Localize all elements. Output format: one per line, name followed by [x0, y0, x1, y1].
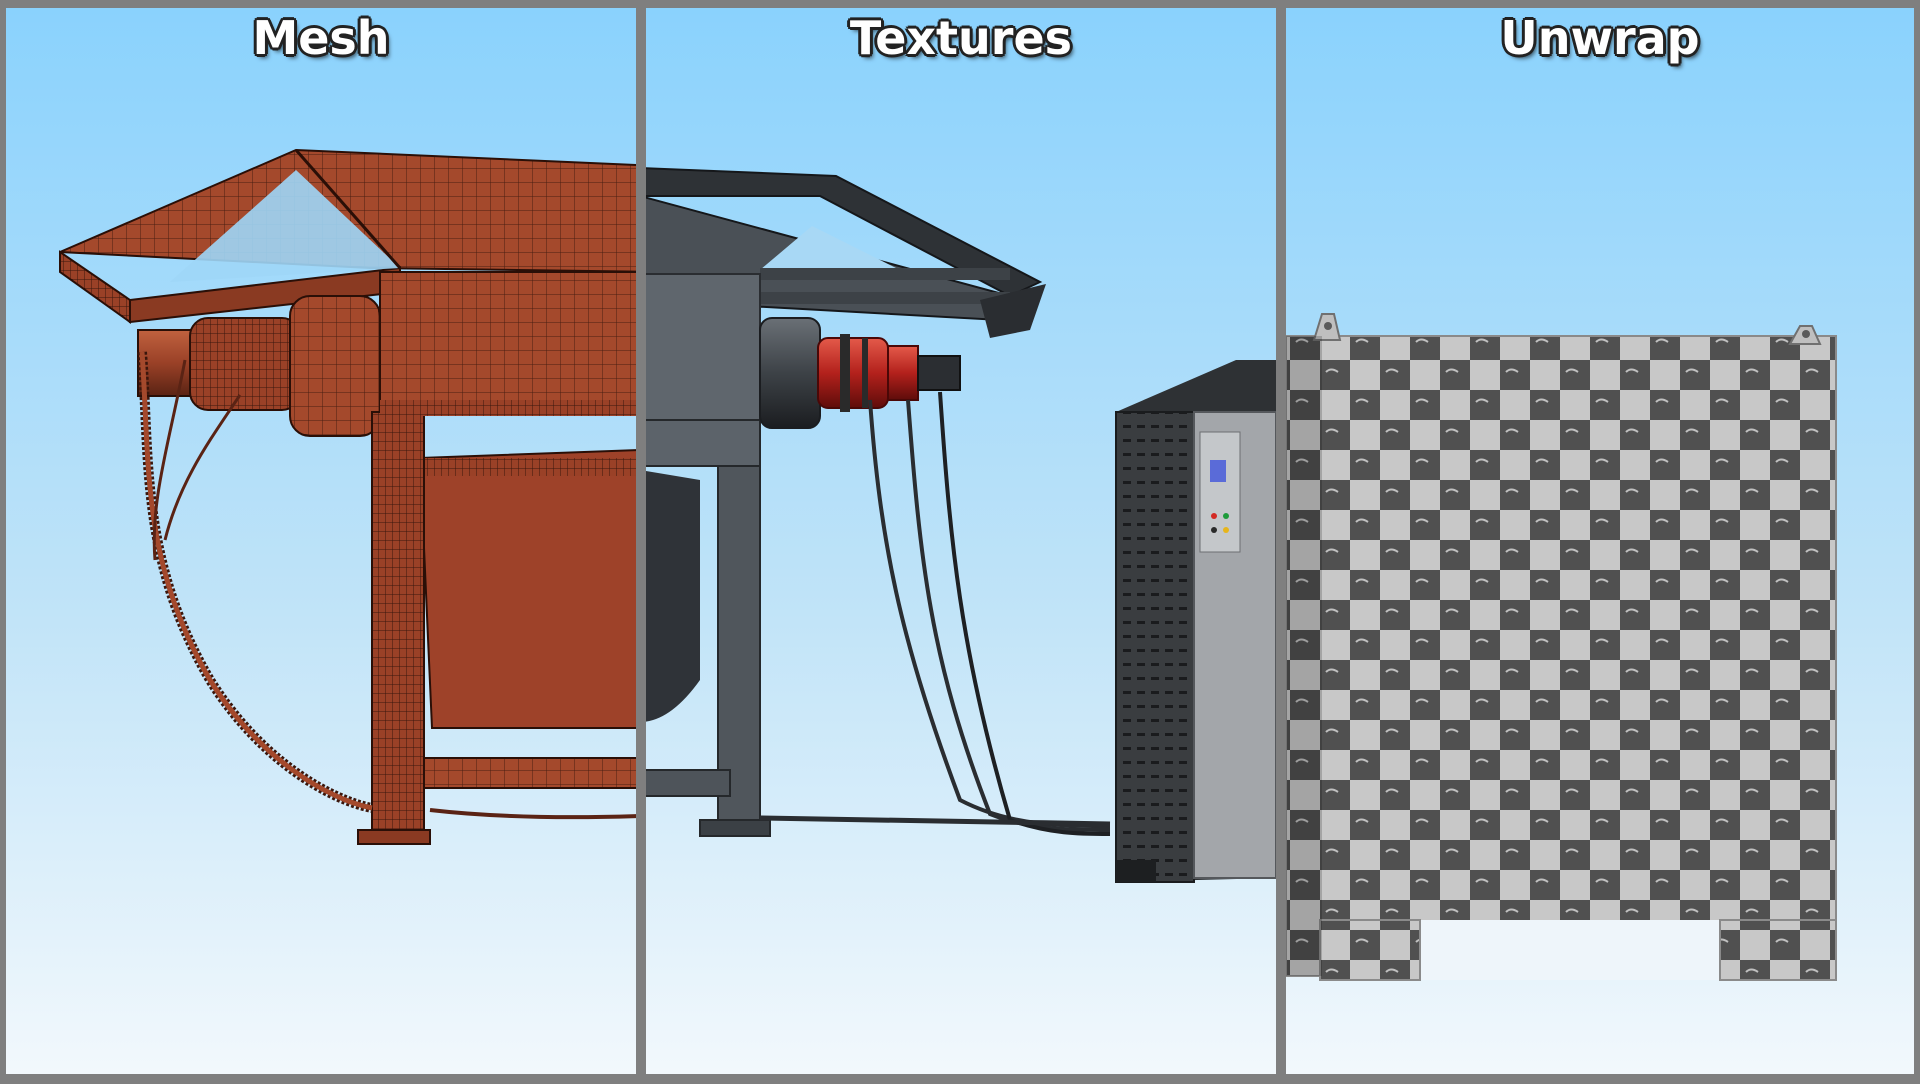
checker-cabinet-body [1286, 335, 1837, 977]
checker-unwrap-cabinet-model [1286, 313, 1837, 981]
render-canvas [0, 0, 1920, 1080]
control-panel [1199, 431, 1241, 553]
unwrap-panel-title: Unwrap [1500, 11, 1700, 65]
divider-right [1276, 0, 1286, 1080]
divider-left [636, 0, 646, 1080]
render-comparison-image: Mesh Textures Unwrap [0, 0, 1920, 1080]
cabinet-vent-grille [1115, 411, 1195, 883]
mesh-panel-title: Mesh [252, 11, 390, 65]
panel-display [1210, 460, 1226, 482]
textures-panel-title: Textures [849, 11, 1073, 65]
